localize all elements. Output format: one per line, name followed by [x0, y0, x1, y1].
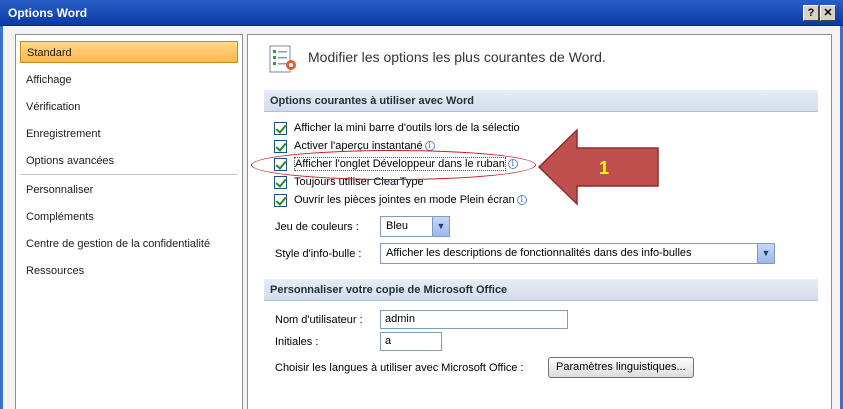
tooltip-style-select[interactable]: Afficher les descriptions de fonctionnal…: [380, 243, 775, 264]
sidebar-separator: [20, 174, 238, 175]
color-scheme-select[interactable]: Bleu ▼: [380, 216, 450, 237]
checkbox-row-mini-toolbar[interactable]: Afficher la mini barre d'outils lors de …: [274, 120, 520, 136]
color-scheme-value: Bleu: [386, 220, 409, 232]
chevron-down-icon[interactable]: ▼: [432, 217, 449, 236]
sidebar-item-verification[interactable]: Vérification: [20, 96, 238, 118]
checkbox-cleartype[interactable]: [274, 175, 287, 189]
sidebar-item-affichage[interactable]: Affichage: [20, 69, 238, 91]
initials-label: Initiales :: [275, 336, 319, 348]
options-icon: [269, 45, 296, 73]
username-label: Nom d'utilisateur :: [275, 314, 363, 326]
tooltip-style-label: Style d'info-bulle :: [275, 248, 362, 260]
sidebar-item-enregistrement[interactable]: Enregistrement: [20, 123, 238, 145]
sidebar: Standard Affichage Vérification Enregist…: [15, 34, 243, 409]
highlight-ellipse: [251, 150, 536, 180]
language-settings-button[interactable]: Paramètres linguistiques...: [548, 357, 694, 378]
section-header-common-options: Options courantes à utiliser avec Word: [264, 90, 818, 112]
annotation-arrow: 1: [537, 128, 659, 206]
title-bar: Options Word ? ✕: [0, 0, 843, 26]
dialog-body: Standard Affichage Vérification Enregist…: [3, 26, 840, 409]
checkbox-mini-toolbar[interactable]: [274, 121, 287, 135]
sidebar-item-complements[interactable]: Compléments: [20, 206, 238, 228]
languages-label: Choisir les langues à utiliser avec Micr…: [275, 362, 524, 374]
section-header-personalize: Personnaliser votre copie de Microsoft O…: [264, 279, 818, 301]
close-button[interactable]: ✕: [820, 5, 836, 21]
checkbox-row-fullscreen[interactable]: Ouvrir les pièces jointes en mode Plein …: [274, 192, 527, 208]
checkbox-live-preview[interactable]: [274, 139, 287, 153]
sidebar-item-personnaliser[interactable]: Personnaliser: [20, 179, 238, 201]
tooltip-style-value: Afficher les descriptions de fonctionnal…: [386, 247, 692, 259]
checkbox-label: Afficher la mini barre d'outils lors de …: [294, 122, 520, 134]
page-heading: Modifier les options les plus courantes …: [308, 49, 606, 65]
sidebar-item-standard[interactable]: Standard: [20, 41, 238, 63]
info-icon: i: [516, 195, 527, 206]
initials-field[interactable]: a: [380, 332, 442, 351]
chevron-down-icon[interactable]: ▼: [757, 244, 774, 263]
sidebar-item-options-avancees[interactable]: Options avancées: [20, 150, 238, 172]
sidebar-item-confidentialite[interactable]: Centre de gestion de la confidentialité: [20, 233, 238, 255]
color-scheme-label: Jeu de couleurs :: [275, 221, 359, 233]
username-field[interactable]: admin: [380, 310, 568, 329]
window-title: Options Word: [8, 6, 88, 20]
checkbox-label: Ouvrir les pièces jointes en mode Plein …: [294, 194, 515, 206]
annotation-number: 1: [599, 158, 609, 178]
checkbox-fullscreen[interactable]: [274, 193, 287, 207]
help-button[interactable]: ?: [803, 5, 819, 21]
sidebar-item-ressources[interactable]: Ressources: [20, 260, 238, 282]
main-panel: Modifier les options les plus courantes …: [247, 34, 832, 409]
